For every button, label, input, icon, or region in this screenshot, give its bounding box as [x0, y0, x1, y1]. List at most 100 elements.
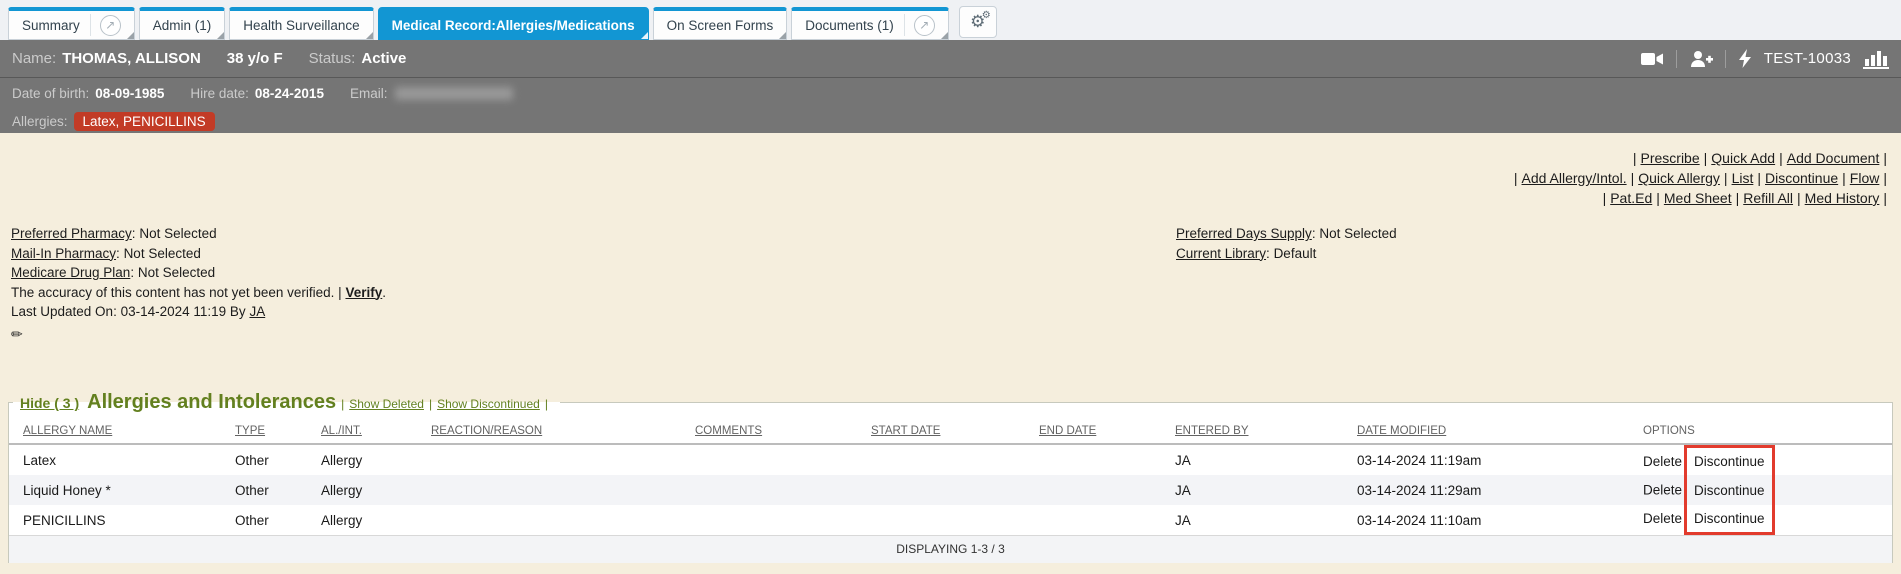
- video-camera-icon[interactable]: [1640, 50, 1664, 68]
- cell-options: DeleteDiscontinue: [1629, 505, 1892, 536]
- bar-chart-icon[interactable]: [1863, 49, 1889, 69]
- email-value-redacted: [395, 87, 513, 100]
- last-updated-by-link[interactable]: JA: [249, 304, 265, 319]
- cell-options: DeleteDiscontinue: [1629, 444, 1892, 475]
- add-user-icon[interactable]: [1689, 50, 1713, 68]
- action-link-prescribe[interactable]: Prescribe: [1641, 150, 1700, 166]
- col-type[interactable]: TYPE: [221, 419, 307, 444]
- current-library-value: Default: [1274, 246, 1317, 261]
- tab-summary[interactable]: Summary ↗: [8, 7, 135, 40]
- medicare-drug-plan-value: Not Selected: [138, 265, 215, 280]
- verify-link[interactable]: Verify: [345, 285, 382, 300]
- preferred-days-supply-value: Not Selected: [1319, 226, 1396, 241]
- cell-comments: [681, 505, 857, 536]
- link-separator: |: [1779, 150, 1783, 166]
- preferred-pharmacy-link[interactable]: Preferred Pharmacy: [11, 226, 132, 241]
- show-deleted-link[interactable]: Show Deleted: [349, 397, 424, 411]
- delete-link[interactable]: Delete: [1643, 511, 1682, 526]
- table-row: Liquid Honey * Other Allergy JA 03-14-20…: [9, 475, 1892, 505]
- verify-text: The accuracy of this content has not yet…: [11, 285, 342, 300]
- show-discontinued-link[interactable]: Show Discontinued: [437, 397, 540, 411]
- tab-admin[interactable]: Admin (1): [139, 7, 226, 40]
- tab-inner-divider: [904, 14, 905, 36]
- patient-banner-tools: TEST-10033: [1640, 49, 1889, 69]
- action-links: |Prescribe|Quick Add|Add Document||Add A…: [1510, 148, 1891, 208]
- discontinue-link-highlighted[interactable]: Discontinue: [1684, 505, 1775, 535]
- mail-in-pharmacy-line: Mail-In Pharmacy: Not Selected: [11, 244, 386, 264]
- table-footer-row: DISPLAYING 1-3 / 3: [9, 536, 1892, 563]
- tab-on-screen-forms[interactable]: On Screen Forms: [653, 7, 788, 40]
- cell-comments: [681, 475, 857, 505]
- supply-info-block: Preferred Days Supply: Not Selected Curr…: [1176, 224, 1397, 263]
- preferred-pharmacy-value: Not Selected: [139, 226, 216, 241]
- col-date-modified[interactable]: DATE MODIFIED: [1343, 419, 1629, 444]
- table-header-row: ALLERGY NAME TYPE AL./INT. REACTION/REAS…: [9, 419, 1892, 444]
- tab-health-surveillance[interactable]: Health Surveillance: [229, 7, 373, 40]
- col-start-date[interactable]: START DATE: [857, 419, 1025, 444]
- tab-label: Medical Record:Allergies/Medications: [392, 18, 635, 33]
- discontinue-link-highlighted[interactable]: Discontinue: [1684, 445, 1775, 475]
- link-separator: |: [1633, 150, 1637, 166]
- table-row: PENICILLINS Other Allergy JA 03-14-2024 …: [9, 505, 1892, 536]
- col-end-date[interactable]: END DATE: [1025, 419, 1161, 444]
- cell-date-modified: 03-14-2024 11:29am: [1343, 475, 1629, 505]
- patient-banner-row2: Date of birth: 08-09-1985 Hire date: 08-…: [0, 78, 1901, 109]
- action-link-add-document[interactable]: Add Document: [1787, 150, 1880, 166]
- allergies-panel: Hide ( 3 ) Allergies and Intolerances | …: [8, 391, 1893, 563]
- allergies-badge: Latex, PENICILLINS: [74, 112, 215, 131]
- delete-link[interactable]: Delete: [1643, 454, 1682, 469]
- lightning-bolt-icon[interactable]: [1738, 49, 1752, 68]
- preferred-pharmacy-line: Preferred Pharmacy: Not Selected: [11, 224, 386, 244]
- action-link-quick-add[interactable]: Quick Add: [1711, 150, 1775, 166]
- action-link-med-history[interactable]: Med History: [1805, 190, 1880, 206]
- cell-reaction: [417, 475, 681, 505]
- col-allergy-name[interactable]: ALLERGY NAME: [9, 419, 221, 444]
- action-link-list[interactable]: List: [1732, 170, 1754, 186]
- tab-label: On Screen Forms: [667, 18, 774, 33]
- cell-end-date: [1025, 444, 1161, 475]
- link-separator: |: [1883, 190, 1887, 206]
- dob-label: Date of birth:: [12, 86, 89, 101]
- delete-link[interactable]: Delete: [1643, 483, 1682, 498]
- mail-in-pharmacy-value: Not Selected: [124, 246, 201, 261]
- displaying-count: DISPLAYING 1-3 / 3: [9, 536, 1892, 563]
- cell-comments: [681, 444, 857, 475]
- action-link-add-allergy-intol[interactable]: Add Allergy/Intol.: [1522, 170, 1627, 186]
- cell-allergy-name: PENICILLINS: [9, 505, 221, 536]
- open-external-icon[interactable]: ↗: [914, 15, 935, 36]
- mail-in-pharmacy-link[interactable]: Mail-In Pharmacy: [11, 246, 116, 261]
- cell-start-date: [857, 444, 1025, 475]
- allergies-table: ALLERGY NAME TYPE AL./INT. REACTION/REAS…: [9, 419, 1892, 563]
- col-comments[interactable]: COMMENTS: [681, 419, 857, 444]
- action-link-refill-all[interactable]: Refill All: [1743, 190, 1793, 206]
- patient-banner-row1: Name: THOMAS, ALLISON 38 y/o F Status: A…: [0, 40, 1901, 78]
- cell-entered-by: JA: [1161, 475, 1343, 505]
- medicare-drug-plan-link[interactable]: Medicare Drug Plan: [11, 265, 130, 280]
- medicare-drug-plan-line: Medicare Drug Plan: Not Selected: [11, 263, 386, 283]
- action-link-flow[interactable]: Flow: [1850, 170, 1880, 186]
- tab-documents[interactable]: Documents (1) ↗: [791, 7, 949, 40]
- allergies-panel-legend: Hide ( 3 ) Allergies and Intolerances | …: [13, 391, 560, 414]
- open-external-icon[interactable]: ↗: [100, 15, 121, 36]
- edit-pencil-icon[interactable]: ✏: [11, 325, 23, 345]
- action-link-pat-ed[interactable]: Pat.Ed: [1610, 190, 1652, 206]
- link-separator: |: [1514, 170, 1518, 186]
- action-link-discontinue[interactable]: Discontinue: [1765, 170, 1838, 186]
- action-link-quick-allergy[interactable]: Quick Allergy: [1638, 170, 1720, 186]
- last-updated-text: Last Updated On: 03-14-2024 11:19 By: [11, 304, 246, 319]
- cell-type: Other: [221, 475, 307, 505]
- discontinue-link-highlighted[interactable]: Discontinue: [1684, 475, 1775, 505]
- settings-button[interactable]: ⚙ ⚙: [959, 6, 997, 38]
- pharmacy-info-block: Preferred Pharmacy: Not Selected Mail-In…: [11, 224, 386, 344]
- action-link-med-sheet[interactable]: Med Sheet: [1664, 190, 1732, 206]
- cell-type: Other: [221, 505, 307, 536]
- col-entered-by[interactable]: ENTERED BY: [1161, 419, 1343, 444]
- current-library-link[interactable]: Current Library: [1176, 246, 1266, 261]
- col-al-int[interactable]: AL./INT.: [307, 419, 417, 444]
- col-reaction-reason[interactable]: REACTION/REASON: [417, 419, 681, 444]
- section-title: Allergies and Intolerances: [87, 391, 336, 414]
- preferred-days-supply-link[interactable]: Preferred Days Supply: [1176, 226, 1312, 241]
- cell-allergy-name: Liquid Honey *: [9, 475, 221, 505]
- tab-medical-record-allergies-medications[interactable]: Medical Record:Allergies/Medications: [378, 7, 649, 40]
- hide-section-link[interactable]: Hide ( 3 ): [20, 395, 79, 411]
